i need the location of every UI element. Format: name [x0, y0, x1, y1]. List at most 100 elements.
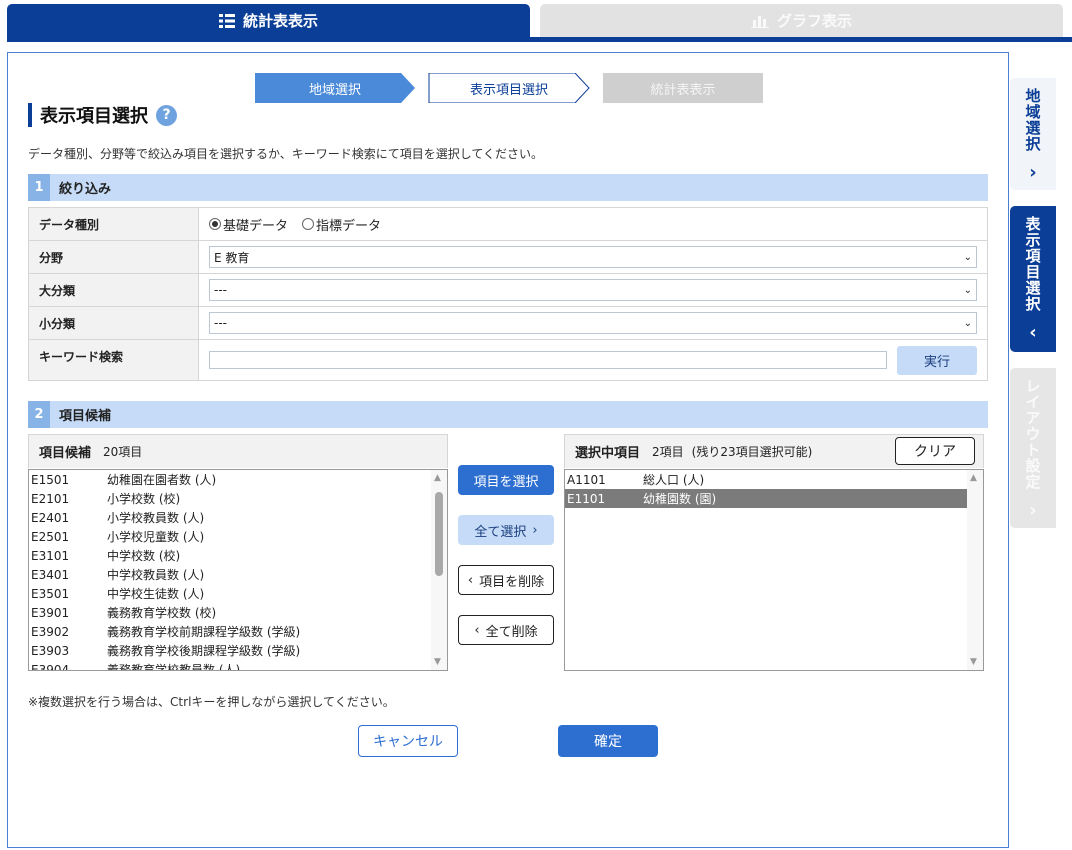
confirm-button[interactable]: 確定 — [558, 725, 658, 757]
cancel-button[interactable]: キャンセル — [358, 725, 458, 757]
item-name: 中学校数 (校) — [107, 549, 181, 563]
chevron-left-icon: ‹ — [1029, 322, 1037, 343]
list-item[interactable]: E3904 義務教育学校教員数 (人) — [29, 660, 447, 671]
remove-item-label: 項目を削除 — [479, 574, 545, 590]
scroll-down-icon[interactable]: ▼ — [970, 657, 977, 667]
item-name: 義務教育学校前期課程学級数 (学級) — [107, 625, 301, 639]
section-label: 項目候補 — [59, 409, 112, 424]
candidates-items: E1501 幼稚園在園者数 (人) E2101 小学校数 (校) E2401 小学校教員数… — [29, 470, 447, 671]
step-item-select[interactable]: 表示項目選択 — [429, 73, 589, 103]
item-code: E3501 — [31, 586, 70, 601]
chevron-down-icon: ⌄ — [963, 251, 972, 263]
selected-list[interactable]: A1101 総人口 (人) E1101 幼稚園数 (園) ▲ ▼ — [564, 469, 984, 671]
list-item[interactable]: E3901 義務教育学校数 (校) — [29, 603, 447, 622]
keyword-label: キーワード検索 — [29, 340, 199, 380]
item-name: 中学校教員数 (人) — [107, 568, 205, 582]
item-code: E3901 — [31, 605, 70, 620]
filter-row-data-type: データ種別 基礎データ 指標データ — [29, 208, 987, 241]
filter-row-keyword: キーワード検索 実行 — [29, 340, 987, 380]
section-candidates-header: 2 項目候補 — [28, 401, 988, 428]
item-code: E2501 — [31, 529, 70, 544]
chevron-right-icon: › — [1029, 500, 1037, 521]
scroll-up-icon[interactable]: ▲ — [434, 473, 441, 483]
list-item[interactable]: E3903 義務教育学校後期課程学級数 (学級) — [29, 641, 447, 660]
item-name: 小学校数 (校) — [107, 492, 181, 506]
scrollbar-thumb[interactable] — [435, 492, 443, 576]
chevron-right-icon: › — [532, 522, 538, 538]
chevron-left-icon: ‹ — [474, 622, 480, 638]
candidates-count: 20項目 — [103, 445, 143, 459]
radio-checked-icon — [209, 218, 221, 230]
radio-index-data[interactable]: 指標データ — [302, 215, 381, 234]
minor-category-label: 小分類 — [29, 307, 199, 339]
tab-graph-label: グラフ表示 — [776, 12, 852, 30]
step-area-select[interactable]: 地域選択 — [255, 73, 415, 103]
list-item[interactable]: E3902 義務教育学校前期課程学級数 (学級) — [29, 622, 447, 641]
section-label: 絞り込み — [59, 182, 112, 197]
side-tab-area[interactable]: 地域選択 › — [1010, 78, 1056, 190]
item-name: 小学校教員数 (人) — [107, 511, 205, 525]
major-category-select[interactable]: --- ⌄ — [209, 279, 977, 301]
select-all-button[interactable]: 全て選択 › — [458, 515, 554, 545]
item-name: 義務教育学校後期課程学級数 (学級) — [107, 644, 301, 658]
list-item[interactable]: E2501 小学校児童数 (人) — [29, 527, 447, 546]
item-name: 中学校生徒数 (人) — [107, 587, 205, 601]
select-item-button[interactable]: 項目を選択 — [458, 465, 554, 495]
selected-scrollbar[interactable]: ▲ ▼ — [967, 470, 983, 670]
radio-basic-data[interactable]: 基礎データ — [209, 215, 288, 234]
item-code: E2401 — [31, 510, 70, 525]
item-code: A1101 — [567, 472, 606, 487]
list-item[interactable]: E3101 中学校数 (校) — [29, 546, 447, 565]
multi-select-note: ※複数選択を行う場合は、Ctrlキーを押しながら選択してください。 — [28, 695, 395, 709]
selected-remaining: (残り23項目選択可能) — [691, 445, 813, 459]
item-code: E3903 — [31, 643, 70, 658]
list-icon — [218, 13, 235, 28]
section-number: 1 — [28, 174, 50, 201]
help-icon[interactable]: ? — [156, 104, 177, 126]
section-number: 2 — [28, 401, 50, 428]
list-item[interactable]: E1501 幼稚園在園者数 (人) — [29, 470, 447, 489]
item-code: E1501 — [31, 472, 70, 487]
list-item[interactable]: E3501 中学校生徒数 (人) — [29, 584, 447, 603]
selected-header: 選択中項目 2項目 (残り23項目選択可能) クリア — [564, 434, 984, 468]
step-table-view: 統計表表示 — [650, 82, 716, 98]
scroll-down-icon[interactable]: ▼ — [434, 657, 441, 667]
item-code: E1101 — [567, 491, 606, 506]
scroll-up-icon[interactable]: ▲ — [970, 473, 977, 483]
list-item[interactable]: E2401 小学校教員数 (人) — [29, 508, 447, 527]
minor-category-select[interactable]: --- ⌄ — [209, 312, 977, 334]
clear-button[interactable]: クリア — [895, 437, 975, 465]
item-code: E2101 — [31, 491, 70, 506]
remove-item-button[interactable]: ‹ 項目を削除 — [458, 565, 554, 595]
remove-all-label: 全て削除 — [485, 624, 538, 640]
execute-button[interactable]: 実行 — [897, 345, 977, 375]
tab-table-view[interactable]: 統計表表示 — [7, 4, 530, 37]
item-name: 総人口 (人) — [643, 473, 705, 487]
item-code: E3902 — [31, 624, 70, 639]
side-tab-items[interactable]: 表示項目選択 ‹ — [1010, 206, 1056, 352]
list-item[interactable]: E3401 中学校教員数 (人) — [29, 565, 447, 584]
keyword-input[interactable] — [209, 351, 887, 369]
side-tab-area-label: 地域選択 — [1023, 88, 1042, 152]
page-title-text: 表示項目選択 — [40, 106, 148, 127]
chevron-right-icon: › — [1029, 162, 1037, 183]
page-title: 表示項目選択 ? — [28, 103, 177, 127]
tab-underline — [7, 37, 1072, 42]
selected-title: 選択中項目 — [575, 446, 641, 461]
list-item[interactable]: E2101 小学校数 (校) — [29, 489, 447, 508]
list-item[interactable]: A1101 総人口 (人) — [565, 470, 983, 489]
chevron-left-icon: ‹ — [467, 572, 474, 588]
item-code: E3401 — [31, 567, 70, 582]
title-accent-bar — [28, 103, 32, 127]
side-tab-items-label: 表示項目選択 — [1023, 216, 1042, 312]
chevron-down-icon: ⌄ — [963, 284, 972, 296]
item-code: E3101 — [31, 548, 70, 563]
field-select[interactable]: E 教育 ⌄ — [209, 246, 977, 268]
list-item[interactable]: E1101 幼稚園数 (園) — [565, 489, 983, 508]
tab-graph-view[interactable]: グラフ表示 — [540, 4, 1063, 37]
candidates-list[interactable]: E1501 幼稚園在園者数 (人) E2101 小学校数 (校) E2401 小学校教員数… — [28, 469, 448, 671]
remove-all-button[interactable]: ‹ 全て削除 — [458, 615, 554, 645]
selected-count: 2項目 — [652, 445, 684, 459]
filter-row-major: 大分類 --- ⌄ — [29, 274, 987, 307]
candidates-scrollbar[interactable]: ▲ ▼ — [431, 470, 447, 670]
